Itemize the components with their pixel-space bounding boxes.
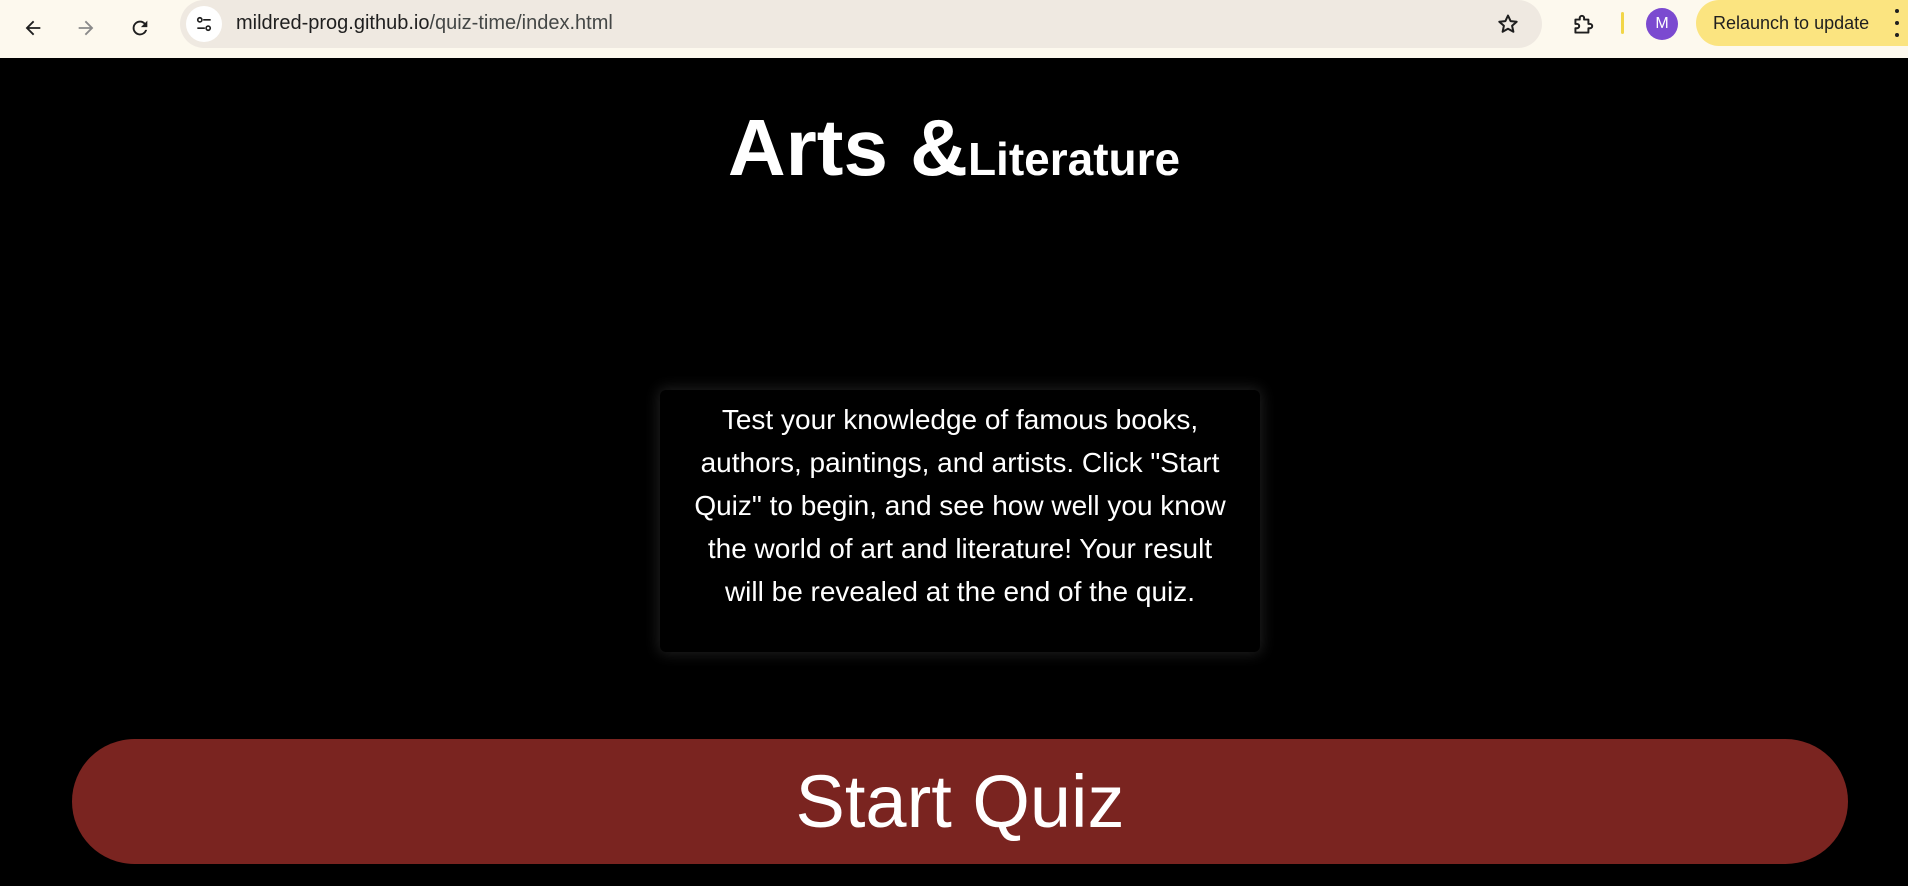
back-button[interactable] bbox=[11, 6, 55, 50]
tune-icon bbox=[196, 16, 212, 32]
relaunch-label: Relaunch to update bbox=[1713, 13, 1870, 33]
start-quiz-button[interactable]: Start Quiz bbox=[72, 739, 1848, 864]
star-icon bbox=[1498, 14, 1518, 33]
intro-card: Test your knowledge of famous books, aut… bbox=[660, 390, 1260, 652]
puzzle-icon bbox=[1574, 14, 1594, 34]
title-main: Arts & bbox=[727, 103, 968, 192]
browser-toolbar: mildred-prog.github.io/quiz-time/index.h… bbox=[0, 0, 1908, 58]
bookmark-button[interactable] bbox=[1494, 10, 1522, 38]
url-host: mildred-prog.github.io bbox=[236, 12, 430, 34]
reload-icon bbox=[132, 20, 148, 36]
arrow-right-icon bbox=[78, 20, 94, 36]
kebab-icon[interactable] bbox=[1890, 9, 1904, 37]
extensions-button[interactable] bbox=[1566, 8, 1600, 42]
site-info-button[interactable] bbox=[186, 6, 222, 42]
forward-button[interactable] bbox=[64, 6, 108, 50]
intro-text: Test your knowledge of famous books, aut… bbox=[694, 404, 1226, 607]
profile-avatar[interactable]: M bbox=[1646, 8, 1678, 40]
reload-button[interactable] bbox=[118, 6, 162, 50]
arrow-left-icon bbox=[25, 20, 41, 36]
quiz-page: Arts &Literature Test your knowledge of … bbox=[0, 58, 1908, 886]
url-path: /quiz-time/index.html bbox=[429, 12, 613, 34]
page-title: Arts &Literature bbox=[0, 102, 1908, 194]
address-bar[interactable]: mildred-prog.github.io/quiz-time/index.h… bbox=[180, 0, 1542, 48]
relaunch-to-update-button[interactable]: Relaunch to update bbox=[1696, 0, 1908, 46]
url-text[interactable]: mildred-prog.github.io/quiz-time/index.h… bbox=[236, 12, 613, 35]
title-sub: Literature bbox=[967, 133, 1181, 185]
toolbar-divider bbox=[1621, 12, 1624, 34]
